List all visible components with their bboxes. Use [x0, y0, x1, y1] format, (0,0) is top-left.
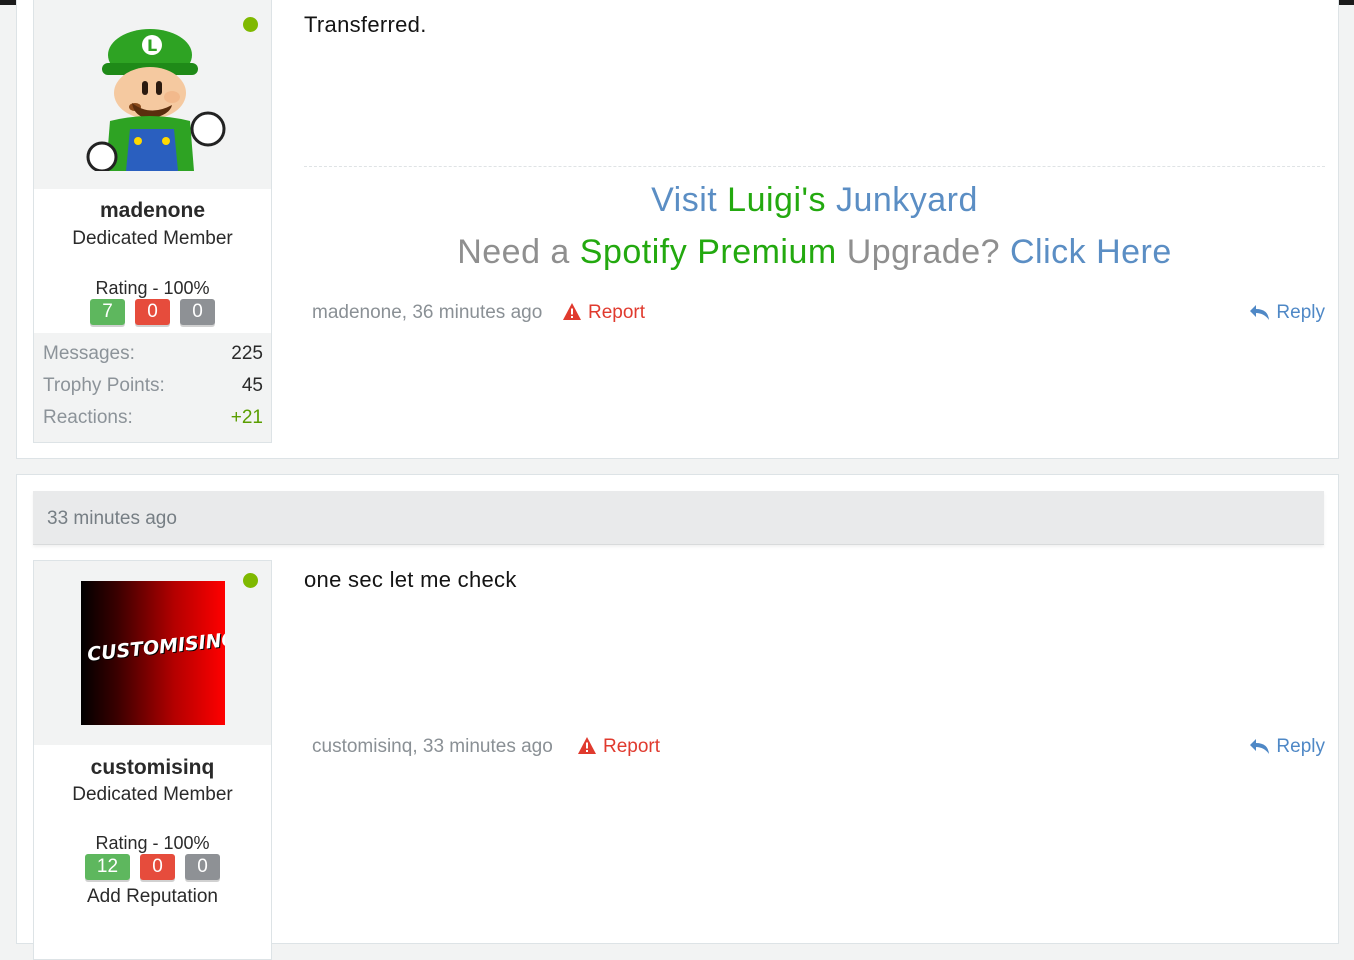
signature-click-here-link[interactable]: Click Here	[1010, 233, 1172, 271]
stat-reactions: Reactions: +21	[43, 407, 263, 437]
message-body: Transferred.	[304, 12, 427, 37]
signature-line-1: Visit Luigi's Junkyard	[304, 181, 1325, 220]
reply-link[interactable]: Reply	[1249, 736, 1325, 758]
stat-messages: Messages: 225	[43, 343, 263, 373]
stat-value: +21	[230, 407, 263, 428]
svg-text:L: L	[147, 36, 157, 55]
post-date-header: 33 minutes ago	[33, 491, 1324, 545]
signature-premium-text: Premium	[697, 233, 837, 271]
reply-icon	[1250, 305, 1270, 320]
post-madenone: L madenone Dedicated Member Rating - 100…	[16, 0, 1339, 459]
signature-junkyard-link[interactable]: Junkyard	[836, 181, 978, 219]
post-author-time[interactable]: customisinq, 33 minutes ago	[312, 736, 553, 758]
report-link[interactable]: Report	[562, 302, 645, 324]
signature-line-2: Need a Spotify Premium Upgrade? Click He…	[304, 233, 1325, 272]
stat-label: Trophy Points:	[43, 375, 165, 396]
user-title: Dedicated Member	[72, 228, 233, 249]
message-body: one sec let me check	[304, 567, 517, 592]
online-status-indicator	[243, 573, 258, 588]
negative-rep-badge[interactable]: 0	[140, 854, 175, 880]
negative-rep-badge[interactable]: 0	[135, 299, 170, 325]
message-footer: customisinq, 33 minutes ago Report Reply	[312, 733, 1325, 763]
reply-link[interactable]: Reply	[1249, 302, 1325, 324]
avatar-area: CUSTOMISINQ	[34, 561, 271, 745]
neutral-rep-badge[interactable]: 0	[185, 854, 220, 880]
stat-value[interactable]: 225	[231, 343, 263, 365]
reply-icon	[1250, 739, 1270, 754]
positive-rep-badge[interactable]: 7	[90, 299, 125, 325]
avatar-area: L	[34, 0, 271, 189]
warning-icon	[563, 303, 581, 320]
user-stats: Messages: 225 Trophy Points: 45 Reaction…	[34, 333, 271, 442]
message-footer: madenone, 36 minutes ago Report Reply	[312, 299, 1325, 329]
stat-label: Reactions:	[43, 407, 133, 428]
report-label: Report	[603, 736, 661, 757]
reply-label: Reply	[1276, 736, 1325, 757]
signature-visit-link[interactable]: Visit	[651, 181, 717, 219]
reply-label: Reply	[1276, 302, 1325, 323]
post-customisinq: 33 minutes ago CUSTOMISINQ customisinq D…	[16, 474, 1339, 960]
rating-label: Rating - 100%	[95, 278, 210, 298]
user-title: Dedicated Member	[72, 784, 233, 805]
username[interactable]: madenone	[34, 199, 271, 223]
avatar-logo-text: CUSTOMISINQ	[86, 628, 225, 666]
warning-icon	[578, 737, 596, 754]
post-date: 33 minutes ago	[47, 508, 177, 529]
stat-value[interactable]: 45	[242, 375, 263, 397]
online-status-indicator	[243, 17, 258, 32]
rating-label: Rating - 100%	[95, 833, 210, 853]
user-card: L madenone Dedicated Member Rating - 100…	[33, 0, 272, 443]
report-label: Report	[588, 302, 646, 323]
positive-rep-badge[interactable]: 12	[85, 854, 130, 880]
avatar[interactable]: CUSTOMISINQ	[81, 581, 225, 725]
post-author-time[interactable]: madenone, 36 minutes ago	[312, 302, 542, 324]
reputation-badges: 700	[34, 299, 271, 325]
neutral-rep-badge[interactable]: 0	[180, 299, 215, 325]
username[interactable]: customisinq	[34, 756, 271, 780]
reputation-badges: 12 0 0	[34, 854, 271, 880]
user-card: CUSTOMISINQ customisinq Dedicated Member…	[33, 560, 272, 960]
stat-label: Messages:	[43, 343, 135, 364]
signature-luigis-link[interactable]: Luigi's	[727, 181, 826, 219]
signature-separator	[304, 166, 1325, 167]
signature-spotify-text: Spotify	[579, 233, 688, 271]
add-reputation-link[interactable]: Add Reputation	[34, 886, 271, 908]
signature-upgrade-text: Upgrade?	[846, 233, 1001, 271]
stat-trophy-points: Trophy Points: 45	[43, 375, 263, 405]
avatar[interactable]: L	[80, 25, 226, 171]
signature-need-text: Need a	[457, 233, 570, 271]
report-link[interactable]: Report	[577, 736, 660, 758]
